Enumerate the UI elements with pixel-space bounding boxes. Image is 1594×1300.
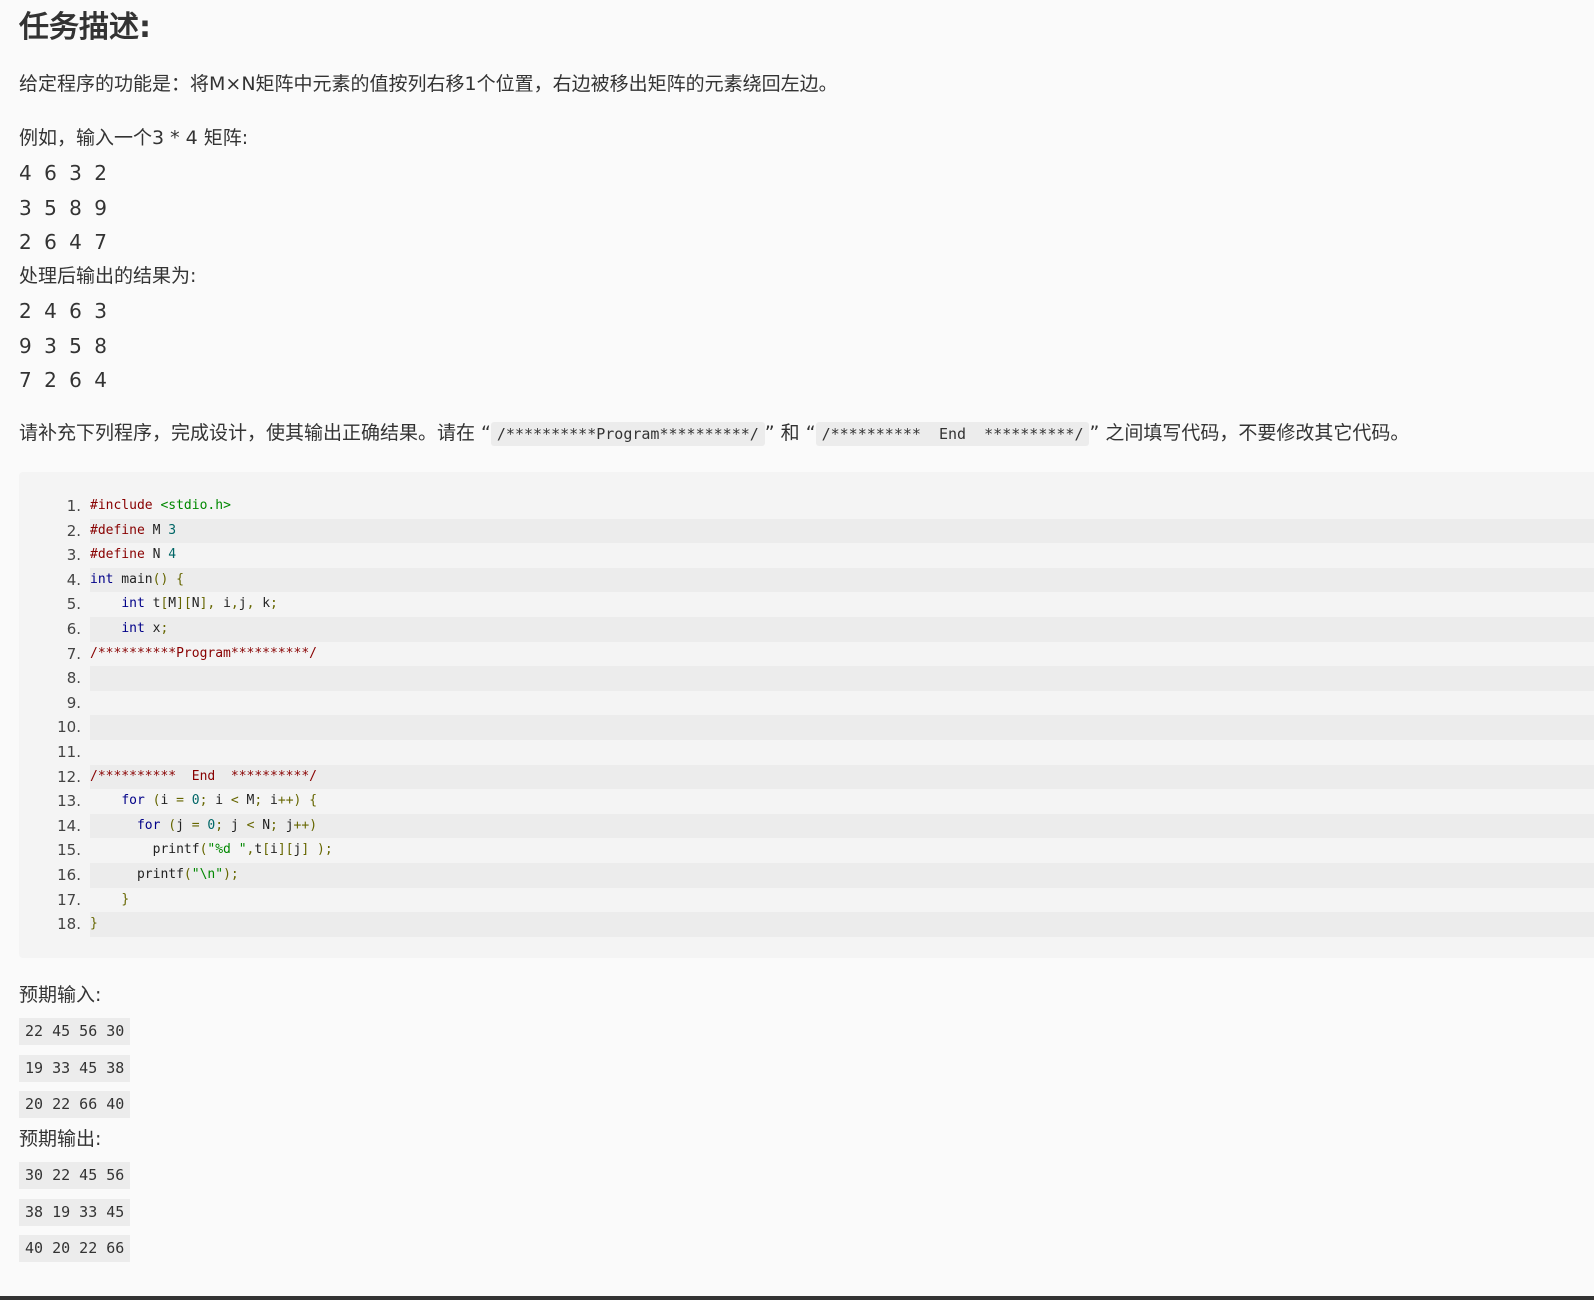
line-number: 12.: [57, 767, 81, 786]
code-text: }: [90, 912, 1594, 937]
end-marker-code: /********** End **********/: [815, 422, 1090, 446]
example-label: 例如，输入一个3 * 4 矩阵:: [19, 127, 249, 149]
matrix-row: 2 4 6 3: [19, 299, 110, 323]
code-text: printf("%d ",t[i][j] );: [90, 842, 333, 858]
expected-input-line: 20 22 66 40: [19, 1091, 131, 1118]
instruction-part3: ” 之间填写代码，不要修改其它代码。: [1089, 422, 1410, 444]
line-number: 3.: [66, 546, 81, 565]
line-number: 5.: [66, 595, 81, 614]
matrix-row: 7 2 6 4: [19, 368, 110, 392]
line-number: 15.: [57, 841, 81, 860]
line-number: 10.: [57, 718, 81, 737]
code-line[interactable]: 1. #include <stdio.h>: [19, 494, 1594, 519]
line-number: 14.: [57, 816, 81, 835]
code-line[interactable]: 4. int main() {: [19, 567, 1594, 593]
code-line[interactable]: 5. int t[M][N], i,j, k;: [19, 592, 1594, 617]
code-line[interactable]: 3. #define N 4: [19, 543, 1594, 568]
program-marker-code: /**********Program**********/: [490, 422, 765, 446]
matrix-row: 2 6 4 7: [19, 230, 110, 254]
instruction-text: 请补充下列程序，完成设计，使其输出正确结果。请在 “/**********Pro…: [19, 418, 1409, 449]
code-text: for (j = 0; j < N; j++): [90, 813, 1594, 839]
code-text: /**********Program**********/: [90, 645, 317, 661]
matrix-row: 3 5 8 9: [19, 195, 110, 220]
code-line[interactable]: 15. printf("%d ",t[i][j] );: [19, 838, 1594, 863]
line-number: 2.: [66, 521, 81, 540]
line-number: 1.: [66, 497, 81, 515]
expected-input-line: 19 33 45 38: [19, 1054, 131, 1082]
code-block[interactable]: 1. #include <stdio.h> 2. #define M 3 3. #defi…: [19, 472, 1594, 958]
code-text: #include <stdio.h>: [90, 498, 231, 513]
code-line[interactable]: 7. /**********Program**********/: [19, 642, 1594, 667]
line-number: 16.: [57, 866, 81, 884]
code-line[interactable]: 16. printf("\n");: [19, 863, 1594, 888]
line-number: 4.: [66, 570, 81, 589]
code-text: /********** End **********/: [90, 764, 1594, 790]
line-number: 8.: [66, 669, 81, 688]
result-label: 处理后输出的结果为:: [19, 265, 197, 287]
expected-output-line: 30 22 45 56: [19, 1162, 131, 1189]
code-line[interactable]: 8.: [19, 666, 1594, 691]
code-text: [90, 666, 1594, 691]
instruction-part1: 请补充下列程序，完成设计，使其输出正确结果。请在 “: [19, 422, 491, 444]
code-text: #define N 4: [90, 547, 177, 563]
code-text: int main() {: [90, 567, 1594, 593]
code-line[interactable]: 17. }: [19, 888, 1594, 913]
code-line[interactable]: 6. int x;: [19, 617, 1594, 642]
instruction-part2: ” 和 “: [764, 422, 816, 444]
line-number: 13.: [57, 792, 81, 811]
expected-input-label: 预期输入:: [19, 984, 102, 1006]
page-title: 任务描述:: [19, 10, 151, 45]
line-number: 7.: [66, 644, 81, 663]
code-text: #define M 3: [90, 518, 1594, 544]
code-line[interactable]: 9.: [19, 691, 1594, 716]
code-line[interactable]: 12. /********** End **********/: [19, 764, 1594, 790]
code-text: printf("\n");: [90, 863, 1594, 888]
code-line[interactable]: 2. #define M 3: [19, 518, 1594, 544]
expected-output-line: 40 20 22 66: [19, 1235, 131, 1262]
code-line[interactable]: 14. for (j = 0; j < N; j++): [19, 813, 1594, 839]
expected-input-line: 22 45 56 30: [19, 1018, 131, 1045]
code-line[interactable]: 13. for (i = 0; i < M; i++) {: [19, 789, 1594, 814]
line-number: 11.: [57, 743, 81, 761]
matrix-row: 4 6 3 2: [19, 161, 110, 185]
code-text: int x;: [90, 617, 1594, 642]
line-number: 6.: [66, 620, 81, 638]
code-text: [90, 715, 1594, 740]
code-text: int t[M][N], i,j, k;: [121, 596, 278, 612]
code-line[interactable]: 18.}: [19, 912, 1594, 937]
code-text: for (i = 0; i < M; i++) {: [121, 793, 318, 809]
line-number: 17.: [57, 890, 81, 909]
expected-output-label: 预期输出:: [19, 1128, 102, 1150]
code-line[interactable]: 11.: [19, 740, 1594, 765]
bottom-border: [0, 1296, 1594, 1300]
code-text: }: [121, 891, 130, 907]
line-number: 9.: [66, 693, 81, 712]
intro-text: 给定程序的功能是：将M×N矩阵中元素的值按列右移1个位置，右边被移出矩阵的元素绕…: [19, 73, 838, 95]
code-line[interactable]: 10.: [19, 715, 1594, 740]
line-number: 18.: [57, 915, 81, 934]
matrix-row: 9 3 5 8: [19, 333, 110, 358]
expected-output-line: 38 19 33 45: [19, 1198, 131, 1226]
